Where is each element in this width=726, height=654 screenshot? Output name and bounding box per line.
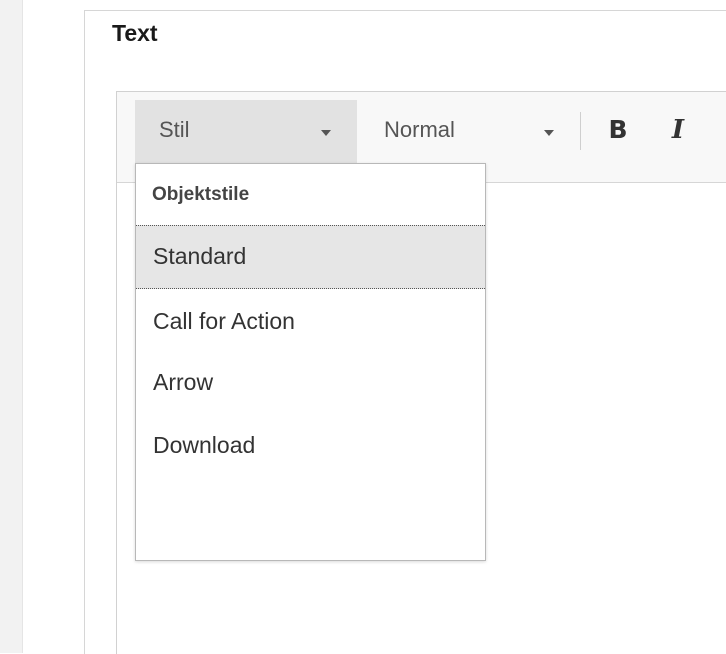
dropdown-item-label: Call for Action: [153, 308, 295, 334]
chevron-down-icon: [321, 130, 331, 136]
italic-button[interactable]: I: [660, 110, 696, 150]
chevron-down-icon: [544, 130, 554, 136]
dropdown-item-label: Standard: [153, 243, 247, 269]
sidebar-divider: [22, 0, 23, 653]
left-sidebar-strip: [0, 0, 22, 653]
style-combo-label: Stil: [159, 117, 190, 142]
format-combo-label: Normal: [384, 117, 455, 142]
format-combo[interactable]: Normal: [364, 100, 574, 164]
bold-button[interactable]: B: [600, 110, 636, 150]
dropdown-item-label: Download: [153, 432, 256, 458]
field-label: Text: [112, 20, 158, 46]
style-combo[interactable]: Stil: [135, 100, 357, 164]
dropdown-item-arrow[interactable]: Arrow: [136, 352, 485, 414]
dropdown-item-label: Arrow: [153, 369, 214, 395]
dropdown-group-header: Objektstile: [152, 184, 250, 205]
toolbar-separator: [580, 112, 581, 150]
dropdown-item-call-for-action[interactable]: Call for Action: [136, 291, 485, 353]
dropdown-item-download[interactable]: Download: [136, 415, 485, 477]
dropdown-item-standard[interactable]: Standard: [136, 225, 485, 289]
style-dropdown-menu: Objektstile Standard Call for Action Arr…: [135, 163, 486, 561]
